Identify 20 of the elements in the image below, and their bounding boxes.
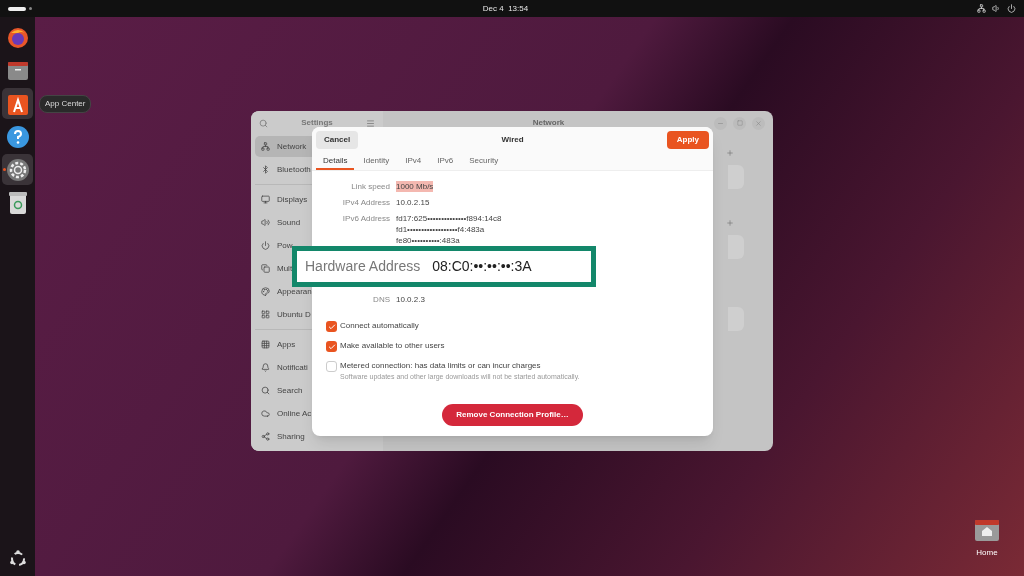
panel-title: Network xyxy=(531,117,566,129)
detail-label: IPv6 Address xyxy=(341,213,390,225)
detail-value: 1000 Mb/s xyxy=(396,181,434,192)
detail-value: 10.0.2.15 xyxy=(396,197,430,208)
detail-value: fd1••••••••••••••••••f4:483a xyxy=(396,224,485,235)
detail-value: fd17:625••••••••••••••f894:14c8 xyxy=(396,213,502,224)
sidebar-title: Settings xyxy=(301,117,333,129)
checkbox-label: Metered connection: has data limits or can incur charges xyxy=(340,360,542,372)
checkbox-label: Connect automatically xyxy=(340,320,419,332)
dock-tooltip: App Center xyxy=(39,95,92,113)
detail-label: Link speed xyxy=(350,181,390,192)
dialog-title: Wired xyxy=(500,134,525,146)
detail-value: fe80••••••••••:483a xyxy=(396,235,460,246)
checkbox-label: Make available to other users xyxy=(340,340,445,352)
callout-label: Hardware Address xyxy=(305,257,421,276)
desktop-icon-label: Home xyxy=(976,547,998,559)
callout-value: 08:C0:••:••:••:3A xyxy=(432,257,532,276)
detail-value: 10.0.2.3 xyxy=(396,294,425,305)
detail-label: DNS xyxy=(372,294,390,305)
detail-label: IPv4 Address xyxy=(341,197,390,208)
